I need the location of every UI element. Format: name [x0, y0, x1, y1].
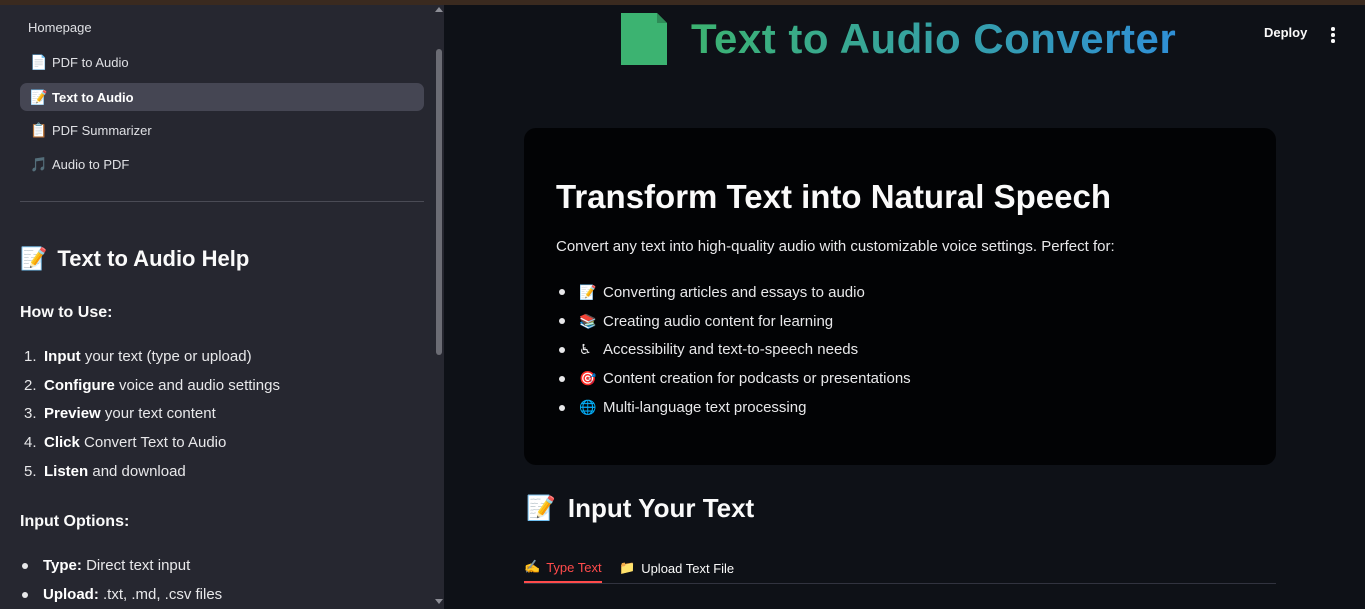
memo-icon: 📝 [20, 246, 48, 271]
input-tabs: ✍️ Type Text 📁 Upload Text File [524, 548, 1276, 584]
list-item: 2. Configure voice and audio settings [24, 376, 280, 394]
page-title: Text to Audio Converter [619, 11, 1176, 67]
scroll-up-icon[interactable] [435, 7, 443, 12]
globe-icon: 🌐 [579, 399, 597, 416]
tab-type-text[interactable]: ✍️ Type Text [524, 553, 602, 583]
deploy-button[interactable]: Deploy [1264, 25, 1307, 40]
scroll-down-icon[interactable] [435, 599, 443, 604]
kebab-menu-icon[interactable] [1331, 27, 1335, 45]
music-note-icon: 🎵 [30, 155, 48, 172]
memo-icon: 📝 [526, 495, 556, 522]
hero-card: Transform Text into Natural Speech Conve… [524, 128, 1276, 465]
sidebar-item-label: Audio to PDF [52, 156, 130, 172]
sidebar-scrollbar[interactable] [434, 5, 444, 609]
sidebar-item-pdf-to-audio[interactable]: 📄 PDF to Audio [20, 48, 424, 76]
list-item: 3. Preview your text content [24, 405, 216, 423]
sidebar-item-label: PDF to Audio [52, 54, 129, 70]
sidebar-item-label: PDF Summarizer [52, 122, 152, 138]
help-title-text: Text to Audio Help [57, 246, 250, 271]
target-icon: 🎯 [579, 370, 597, 387]
how-to-steps-list: 1. Input your text (type or upload) 2. Con… [24, 342, 280, 486]
memo-icon: 📝 [579, 283, 597, 300]
how-to-use-heading: How to Use: [20, 304, 113, 321]
sidebar-item-audio-to-pdf[interactable]: 🎵 Audio to PDF [20, 150, 424, 178]
hero-feature-list: 📝 Converting articles and essays to audio… [556, 278, 911, 422]
sidebar-item-homepage[interactable]: Homepage [28, 20, 92, 35]
writing-hand-icon: ✍️ [524, 559, 541, 574]
memo-icon [621, 13, 667, 65]
list-item: 🌐 Multi-language text processing [556, 393, 911, 422]
clipboard-icon: 📋 [30, 121, 48, 138]
books-icon: 📚 [579, 312, 597, 329]
main-content: Text to Audio Converter Deploy Transform… [444, 5, 1365, 609]
list-item: 🎯 Content creation for podcasts or presen… [556, 364, 911, 393]
hero-intro: Convert any text into high-quality audio… [556, 238, 1115, 255]
list-item: Upload: .txt, .md, .csv files [20, 580, 222, 609]
list-item: 1. Input your text (type or upload) [24, 347, 252, 365]
sidebar-item-pdf-summarizer[interactable]: 📋 PDF Summarizer [20, 116, 424, 144]
list-item: 📚 Creating audio content for learning [556, 307, 911, 336]
list-item: Type: Direct text input [20, 551, 222, 580]
sidebar-item-text-to-audio[interactable]: 📝 Text to Audio [20, 83, 424, 111]
accessibility-icon: ♿ [579, 341, 592, 358]
sidebar: Homepage 📄 PDF to Audio 📝 Text to Audio … [0, 5, 444, 609]
input-section-heading: 📝 Input Your Text [526, 493, 755, 523]
folder-icon: 📁 [619, 560, 636, 575]
sidebar-divider [20, 201, 424, 202]
memo-icon: 📝 [30, 88, 48, 105]
scrollbar-thumb[interactable] [436, 49, 442, 355]
tab-upload-text-file[interactable]: 📁 Upload Text File [619, 553, 734, 583]
page-icon: 📄 [30, 53, 48, 70]
list-item: 5. Listen and download [24, 463, 186, 481]
page-title-text: Text to Audio Converter [691, 15, 1177, 62]
sidebar-item-label: Text to Audio [52, 89, 134, 105]
list-item: 📝 Converting articles and essays to audio [556, 278, 911, 307]
input-options-heading: Input Options: [20, 513, 130, 530]
list-item: 4. Click Convert Text to Audio [24, 434, 227, 452]
list-item: ♿ Accessibility and text-to-speech needs [556, 336, 911, 365]
help-title: 📝 Text to Audio Help [20, 246, 249, 272]
input-options-list: Type: Direct text input Upload: .txt, .m… [20, 551, 222, 609]
hero-heading: Transform Text into Natural Speech [556, 178, 1112, 215]
